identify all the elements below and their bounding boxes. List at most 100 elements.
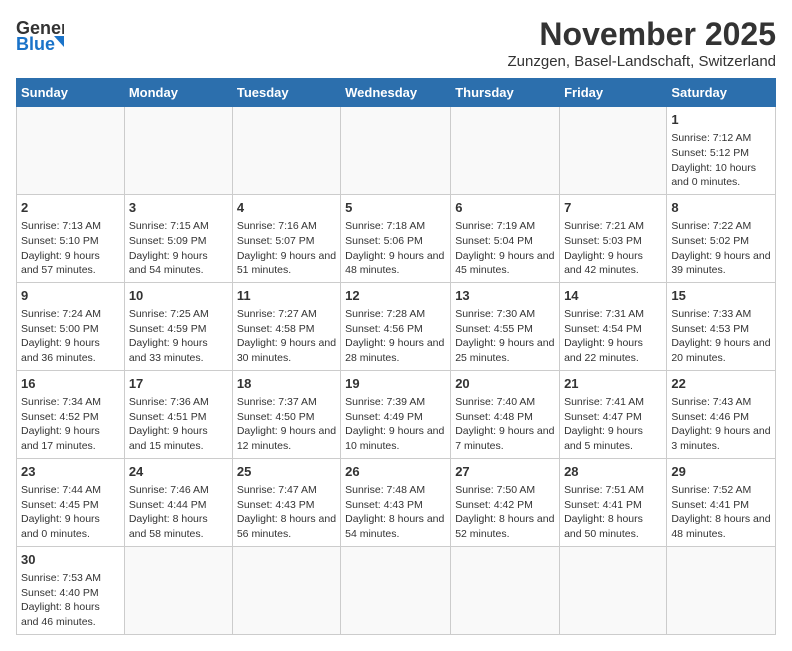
day-number: 1 xyxy=(671,111,771,129)
weekday-header: Friday xyxy=(560,79,667,107)
weekday-header: Saturday xyxy=(667,79,776,107)
day-number: 3 xyxy=(129,199,228,217)
day-info: Sunrise: 7:51 AM Sunset: 4:41 PM Dayligh… xyxy=(564,483,662,542)
calendar-day-cell: 7 Sunrise: 7:21 AM Sunset: 5:03 PM Daylig… xyxy=(560,194,667,282)
calendar-day-cell: 9 Sunrise: 7:24 AM Sunset: 5:00 PM Daylig… xyxy=(17,282,125,370)
day-info: Sunrise: 7:43 AM Sunset: 4:46 PM Dayligh… xyxy=(671,395,771,454)
day-number: 21 xyxy=(564,375,662,393)
calendar-day-cell: 18 Sunrise: 7:37 AM Sunset: 4:50 PM Dayli… xyxy=(232,370,340,458)
calendar-day-cell: 29Sunrise: 7:52 AM Sunset: 4:41 PM Dayli… xyxy=(667,458,776,546)
day-info: Sunrise: 7:25 AM Sunset: 4:59 PM Dayligh… xyxy=(129,307,228,366)
calendar-day-cell xyxy=(17,107,125,195)
calendar-day-cell: 13 Sunrise: 7:30 AM Sunset: 4:55 PM Dayli… xyxy=(451,282,560,370)
calendar-day-cell xyxy=(124,107,232,195)
day-info: Sunrise: 7:15 AM Sunset: 5:09 PM Dayligh… xyxy=(129,219,228,278)
day-number: 22 xyxy=(671,375,771,393)
day-number: 24 xyxy=(129,463,228,481)
day-info: Sunrise: 7:28 AM Sunset: 4:56 PM Dayligh… xyxy=(345,307,446,366)
calendar-day-cell: 8 Sunrise: 7:22 AM Sunset: 5:02 PM Daylig… xyxy=(667,194,776,282)
day-info: Sunrise: 7:39 AM Sunset: 4:49 PM Dayligh… xyxy=(345,395,446,454)
day-number: 8 xyxy=(671,199,771,217)
calendar-week-row: 23 Sunrise: 7:44 AM Sunset: 4:45 PM Dayli… xyxy=(17,458,776,546)
day-number: 10 xyxy=(129,287,228,305)
day-info: Sunrise: 7:47 AM Sunset: 4:43 PM Dayligh… xyxy=(237,483,336,542)
logo: General Blue xyxy=(16,16,64,58)
calendar-day-cell xyxy=(451,546,560,634)
calendar-day-cell xyxy=(451,107,560,195)
weekday-header-row: SundayMondayTuesdayWednesdayThursdayFrid… xyxy=(17,79,776,107)
day-number: 20 xyxy=(455,375,555,393)
calendar-day-cell: 24 Sunrise: 7:46 AM Sunset: 4:44 PM Dayli… xyxy=(124,458,232,546)
calendar-day-cell: 23 Sunrise: 7:44 AM Sunset: 4:45 PM Dayli… xyxy=(17,458,125,546)
calendar-day-cell: 21 Sunrise: 7:41 AM Sunset: 4:47 PM Dayli… xyxy=(560,370,667,458)
day-number: 9 xyxy=(21,287,120,305)
day-number: 2 xyxy=(21,199,120,217)
day-number: 18 xyxy=(237,375,336,393)
day-number: 30 xyxy=(21,551,120,569)
day-number: 5 xyxy=(345,199,446,217)
calendar-title: November 2025 xyxy=(508,16,776,53)
day-number: 12 xyxy=(345,287,446,305)
day-info: Sunrise: 7:33 AM Sunset: 4:53 PM Dayligh… xyxy=(671,307,771,366)
calendar-day-cell xyxy=(341,546,451,634)
calendar-day-cell: 19 Sunrise: 7:39 AM Sunset: 4:49 PM Dayli… xyxy=(341,370,451,458)
calendar-week-row: 1 Sunrise: 7:12 AM Sunset: 5:12 PM Daylig… xyxy=(17,107,776,195)
calendar-day-cell: 2Sunrise: 7:13 AM Sunset: 5:10 PM Daylig… xyxy=(17,194,125,282)
calendar-day-cell xyxy=(124,546,232,634)
day-number: 13 xyxy=(455,287,555,305)
day-info: Sunrise: 7:52 AM Sunset: 4:41 PM Dayligh… xyxy=(671,483,771,542)
day-info: Sunrise: 7:19 AM Sunset: 5:04 PM Dayligh… xyxy=(455,219,555,278)
calendar-day-cell: 25Sunrise: 7:47 AM Sunset: 4:43 PM Dayli… xyxy=(232,458,340,546)
day-info: Sunrise: 7:41 AM Sunset: 4:47 PM Dayligh… xyxy=(564,395,662,454)
day-info: Sunrise: 7:24 AM Sunset: 5:00 PM Dayligh… xyxy=(21,307,120,366)
day-number: 17 xyxy=(129,375,228,393)
day-number: 15 xyxy=(671,287,771,305)
day-number: 4 xyxy=(237,199,336,217)
calendar-day-cell: 30Sunrise: 7:53 AM Sunset: 4:40 PM Dayli… xyxy=(17,546,125,634)
calendar-day-cell: 1 Sunrise: 7:12 AM Sunset: 5:12 PM Daylig… xyxy=(667,107,776,195)
day-info: Sunrise: 7:21 AM Sunset: 5:03 PM Dayligh… xyxy=(564,219,662,278)
calendar-day-cell: 3 Sunrise: 7:15 AM Sunset: 5:09 PM Daylig… xyxy=(124,194,232,282)
day-info: Sunrise: 7:34 AM Sunset: 4:52 PM Dayligh… xyxy=(21,395,120,454)
day-number: 7 xyxy=(564,199,662,217)
day-info: Sunrise: 7:30 AM Sunset: 4:55 PM Dayligh… xyxy=(455,307,555,366)
day-number: 23 xyxy=(21,463,120,481)
calendar-day-cell xyxy=(232,546,340,634)
day-info: Sunrise: 7:50 AM Sunset: 4:42 PM Dayligh… xyxy=(455,483,555,542)
calendar-day-cell: 6 Sunrise: 7:19 AM Sunset: 5:04 PM Daylig… xyxy=(451,194,560,282)
day-number: 14 xyxy=(564,287,662,305)
calendar-day-cell: 15 Sunrise: 7:33 AM Sunset: 4:53 PM Dayli… xyxy=(667,282,776,370)
calendar-day-cell: 11Sunrise: 7:27 AM Sunset: 4:58 PM Dayli… xyxy=(232,282,340,370)
day-number: 27 xyxy=(455,463,555,481)
day-number: 26 xyxy=(345,463,446,481)
day-number: 6 xyxy=(455,199,555,217)
day-info: Sunrise: 7:46 AM Sunset: 4:44 PM Dayligh… xyxy=(129,483,228,542)
weekday-header: Monday xyxy=(124,79,232,107)
calendar-day-cell xyxy=(232,107,340,195)
calendar-day-cell: 4Sunrise: 7:16 AM Sunset: 5:07 PM Daylig… xyxy=(232,194,340,282)
day-info: Sunrise: 7:44 AM Sunset: 4:45 PM Dayligh… xyxy=(21,483,120,542)
day-info: Sunrise: 7:48 AM Sunset: 4:43 PM Dayligh… xyxy=(345,483,446,542)
calendar-day-cell: 17 Sunrise: 7:36 AM Sunset: 4:51 PM Dayli… xyxy=(124,370,232,458)
page-header: General Blue November 2025 Zunzgen, Base… xyxy=(16,16,776,70)
day-info: Sunrise: 7:12 AM Sunset: 5:12 PM Dayligh… xyxy=(671,131,771,190)
day-info: Sunrise: 7:18 AM Sunset: 5:06 PM Dayligh… xyxy=(345,219,446,278)
weekday-header: Wednesday xyxy=(341,79,451,107)
calendar-day-cell: 12 Sunrise: 7:28 AM Sunset: 4:56 PM Dayli… xyxy=(341,282,451,370)
day-info: Sunrise: 7:36 AM Sunset: 4:51 PM Dayligh… xyxy=(129,395,228,454)
calendar-day-cell xyxy=(560,107,667,195)
calendar-day-cell: 14 Sunrise: 7:31 AM Sunset: 4:54 PM Dayli… xyxy=(560,282,667,370)
day-info: Sunrise: 7:31 AM Sunset: 4:54 PM Dayligh… xyxy=(564,307,662,366)
calendar-day-cell: 26 Sunrise: 7:48 AM Sunset: 4:43 PM Dayli… xyxy=(341,458,451,546)
calendar-week-row: 2Sunrise: 7:13 AM Sunset: 5:10 PM Daylig… xyxy=(17,194,776,282)
calendar-week-row: 30Sunrise: 7:53 AM Sunset: 4:40 PM Dayli… xyxy=(17,546,776,634)
day-info: Sunrise: 7:40 AM Sunset: 4:48 PM Dayligh… xyxy=(455,395,555,454)
day-info: Sunrise: 7:37 AM Sunset: 4:50 PM Dayligh… xyxy=(237,395,336,454)
day-info: Sunrise: 7:22 AM Sunset: 5:02 PM Dayligh… xyxy=(671,219,771,278)
calendar-day-cell: 28Sunrise: 7:51 AM Sunset: 4:41 PM Dayli… xyxy=(560,458,667,546)
day-info: Sunrise: 7:27 AM Sunset: 4:58 PM Dayligh… xyxy=(237,307,336,366)
day-number: 19 xyxy=(345,375,446,393)
calendar-day-cell: 5 Sunrise: 7:18 AM Sunset: 5:06 PM Daylig… xyxy=(341,194,451,282)
calendar-week-row: 9 Sunrise: 7:24 AM Sunset: 5:00 PM Daylig… xyxy=(17,282,776,370)
calendar-subtitle: Zunzgen, Basel-Landschaft, Switzerland xyxy=(508,53,776,70)
